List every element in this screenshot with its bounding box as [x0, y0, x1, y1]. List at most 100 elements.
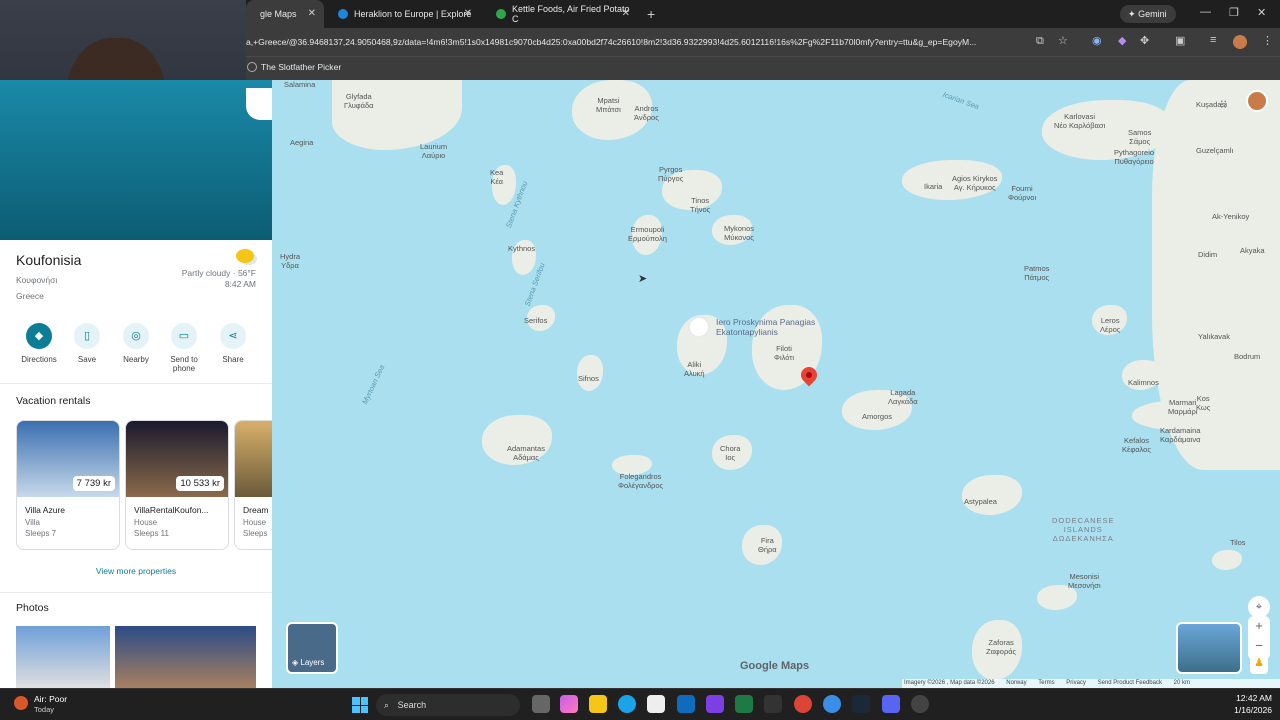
profile-avatar[interactable]: [1233, 35, 1247, 49]
landmark-label[interactable]: Iero Proskynima Panagias: [716, 318, 815, 327]
apps-grid-icon[interactable]: ⁝⁝: [1220, 98, 1227, 111]
pegman-icon[interactable]: ♟: [1250, 656, 1268, 674]
map-label[interactable]: Salamina: [284, 80, 315, 89]
install-app-icon[interactable]: ⧉: [1036, 35, 1044, 48]
street-view-preview[interactable]: [1176, 622, 1242, 674]
map-label[interactable]: Mesonisi Μεσονήσι: [1068, 572, 1101, 590]
map-label[interactable]: Kea Κέα: [490, 168, 503, 186]
sidepanel-icon[interactable]: ▣: [1175, 34, 1185, 47]
zoom-in-button[interactable]: +: [1248, 616, 1270, 636]
map-label[interactable]: Didim: [1198, 250, 1217, 259]
share-button[interactable]: ⋖ Share: [209, 323, 257, 364]
map-label[interactable]: Fira Θήρα: [758, 536, 777, 554]
map-label[interactable]: Kardamaina Καρδάμαινα: [1160, 426, 1200, 444]
send-to-phone-button[interactable]: ▭ Send to phone: [160, 323, 208, 373]
url-field[interactable]: a,+Greece/@36.9468137,24.9050468,9z/data…: [246, 32, 1036, 52]
map-label[interactable]: Aliki Αλυκή: [684, 360, 705, 378]
maximize-icon[interactable]: ❐: [1229, 6, 1239, 19]
steam-icon[interactable]: [852, 695, 870, 713]
air-quality-icon[interactable]: [14, 696, 28, 710]
weather-widget-text[interactable]: Air: Poor: [34, 694, 67, 704]
map-label[interactable]: Adamantas Αδάμας: [507, 444, 545, 462]
scale-label[interactable]: 20 km: [1174, 680, 1190, 686]
map-label[interactable]: Zaforas Ζαφοράς: [986, 638, 1016, 656]
map-label[interactable]: Marmari Μαρμάρι: [1168, 398, 1197, 416]
tab-heraklion[interactable]: Heraklion to Europe | Explore ✕: [324, 0, 480, 28]
map-label[interactable]: Aegina: [290, 138, 313, 147]
map-label[interactable]: Kythnos: [508, 244, 535, 253]
app-icon[interactable]: [706, 695, 724, 713]
taskbar-search[interactable]: ⌕ Search: [376, 694, 520, 716]
obs-icon[interactable]: [911, 695, 929, 713]
store-icon[interactable]: [647, 695, 665, 713]
edge-icon[interactable]: [618, 695, 636, 713]
file-explorer-icon[interactable]: [589, 695, 607, 713]
map-label[interactable]: Karlovasi Νέο Καρλόβασι: [1054, 112, 1105, 130]
zoom-out-button[interactable]: −: [1248, 636, 1270, 656]
map-label[interactable]: Samos Σάμος: [1128, 128, 1151, 146]
directions-button[interactable]: ◆ Directions: [15, 323, 63, 364]
start-button[interactable]: [352, 697, 368, 713]
map-label[interactable]: Astypalea: [964, 497, 997, 506]
map-label[interactable]: Agios Kirykos Αγ. Κήρυκος: [952, 174, 997, 192]
media-icon[interactable]: ≡: [1210, 34, 1216, 46]
app-icon[interactable]: [823, 695, 841, 713]
map-label[interactable]: Leros Λέρος: [1100, 316, 1120, 334]
view-more-properties-link[interactable]: View more properties: [0, 566, 272, 576]
map-label[interactable]: Fourni Φούρνοι: [1008, 184, 1036, 202]
terms-link[interactable]: Terms: [1038, 680, 1054, 686]
map-label[interactable]: Sifnos: [578, 374, 599, 383]
capcut-icon[interactable]: [764, 695, 782, 713]
new-tab-button[interactable]: +: [647, 6, 655, 22]
browser-menu-icon[interactable]: ⋮: [1262, 34, 1273, 47]
close-window-icon[interactable]: ✕: [1257, 6, 1266, 19]
region-link[interactable]: Norway: [1006, 680, 1026, 686]
rental-card[interactable]: 10 533 kr VillaRentalKoufon... House Sle…: [125, 420, 229, 550]
map-label[interactable]: Mpatsi Μπάτσι: [596, 96, 621, 114]
map-label[interactable]: Patmos Πάτμος: [1024, 264, 1049, 282]
close-tab-icon[interactable]: ✕: [464, 8, 472, 19]
my-location-icon[interactable]: ⌖: [1248, 596, 1270, 618]
photo-thumbnail[interactable]: [16, 626, 110, 688]
rental-card[interactable]: Dream House Sleeps: [234, 420, 272, 550]
close-tab-icon[interactable]: ✕: [308, 8, 316, 19]
bookmark-star-icon[interactable]: ☆: [1058, 34, 1068, 47]
account-avatar[interactable]: [1246, 90, 1268, 112]
map-label[interactable]: Laurium Λαύριο: [420, 142, 447, 160]
map-label[interactable]: Chora Ιος: [720, 444, 740, 462]
map-label[interactable]: Pyrgos Πύργος: [658, 165, 683, 183]
feedback-link[interactable]: Send Product Feedback: [1098, 680, 1162, 686]
extensions-puzzle-icon[interactable]: ✥: [1140, 34, 1149, 47]
map-label[interactable]: Guzelçamlı: [1196, 146, 1234, 155]
map-label[interactable]: Mykonos Μύκονος: [724, 224, 754, 242]
minimize-icon[interactable]: —: [1200, 6, 1211, 18]
map-label[interactable]: Ermoupoli Ερμούπολη: [628, 225, 667, 243]
landmark-photo-pin[interactable]: [688, 316, 710, 338]
map-label[interactable]: Lagada Λαγκάδα: [888, 388, 918, 406]
extension-icon[interactable]: ◆: [1118, 34, 1126, 47]
map-label[interactable]: Bodrum: [1234, 352, 1260, 361]
map-label[interactable]: Glyfada Γλυφάδα: [344, 92, 374, 110]
map-label[interactable]: Ikaria: [924, 182, 942, 191]
map-label[interactable]: Kefalos Κέφαλος: [1122, 436, 1151, 454]
chrome-icon[interactable]: [794, 695, 812, 713]
map-label[interactable]: Kos Κως: [1196, 394, 1210, 412]
outlook-icon[interactable]: [677, 695, 695, 713]
privacy-link[interactable]: Privacy: [1066, 680, 1086, 686]
taskbar-date[interactable]: 1/16/2026: [1200, 705, 1272, 715]
map-label[interactable]: Kalimnos: [1128, 378, 1159, 387]
rental-card[interactable]: 7 739 kr Villa Azure Villa Sleeps 7: [16, 420, 120, 550]
map-label[interactable]: Hydra Υδρα: [280, 252, 300, 270]
map-label[interactable]: Andros Άνδρος: [634, 104, 659, 122]
save-button[interactable]: ▯ Save: [63, 323, 111, 364]
extension-icon[interactable]: ◉: [1092, 34, 1102, 47]
map-canvas[interactable]: Icarian Sea Myrtoan Sea Stena Kythnou St…: [272, 80, 1280, 688]
layers-button[interactable]: ◈ Layers: [286, 622, 338, 674]
map-label[interactable]: Amorgos: [862, 412, 892, 421]
tab-kettle-foods[interactable]: Kettle Foods, Air Fried Potato C ✕: [482, 0, 638, 28]
gemini-button[interactable]: ✦ Gemini: [1120, 5, 1176, 23]
tab-google-maps[interactable]: gle Maps ✕: [246, 0, 324, 28]
copilot-icon[interactable]: [560, 695, 578, 713]
discord-icon[interactable]: [882, 695, 900, 713]
task-view-icon[interactable]: [532, 695, 550, 713]
